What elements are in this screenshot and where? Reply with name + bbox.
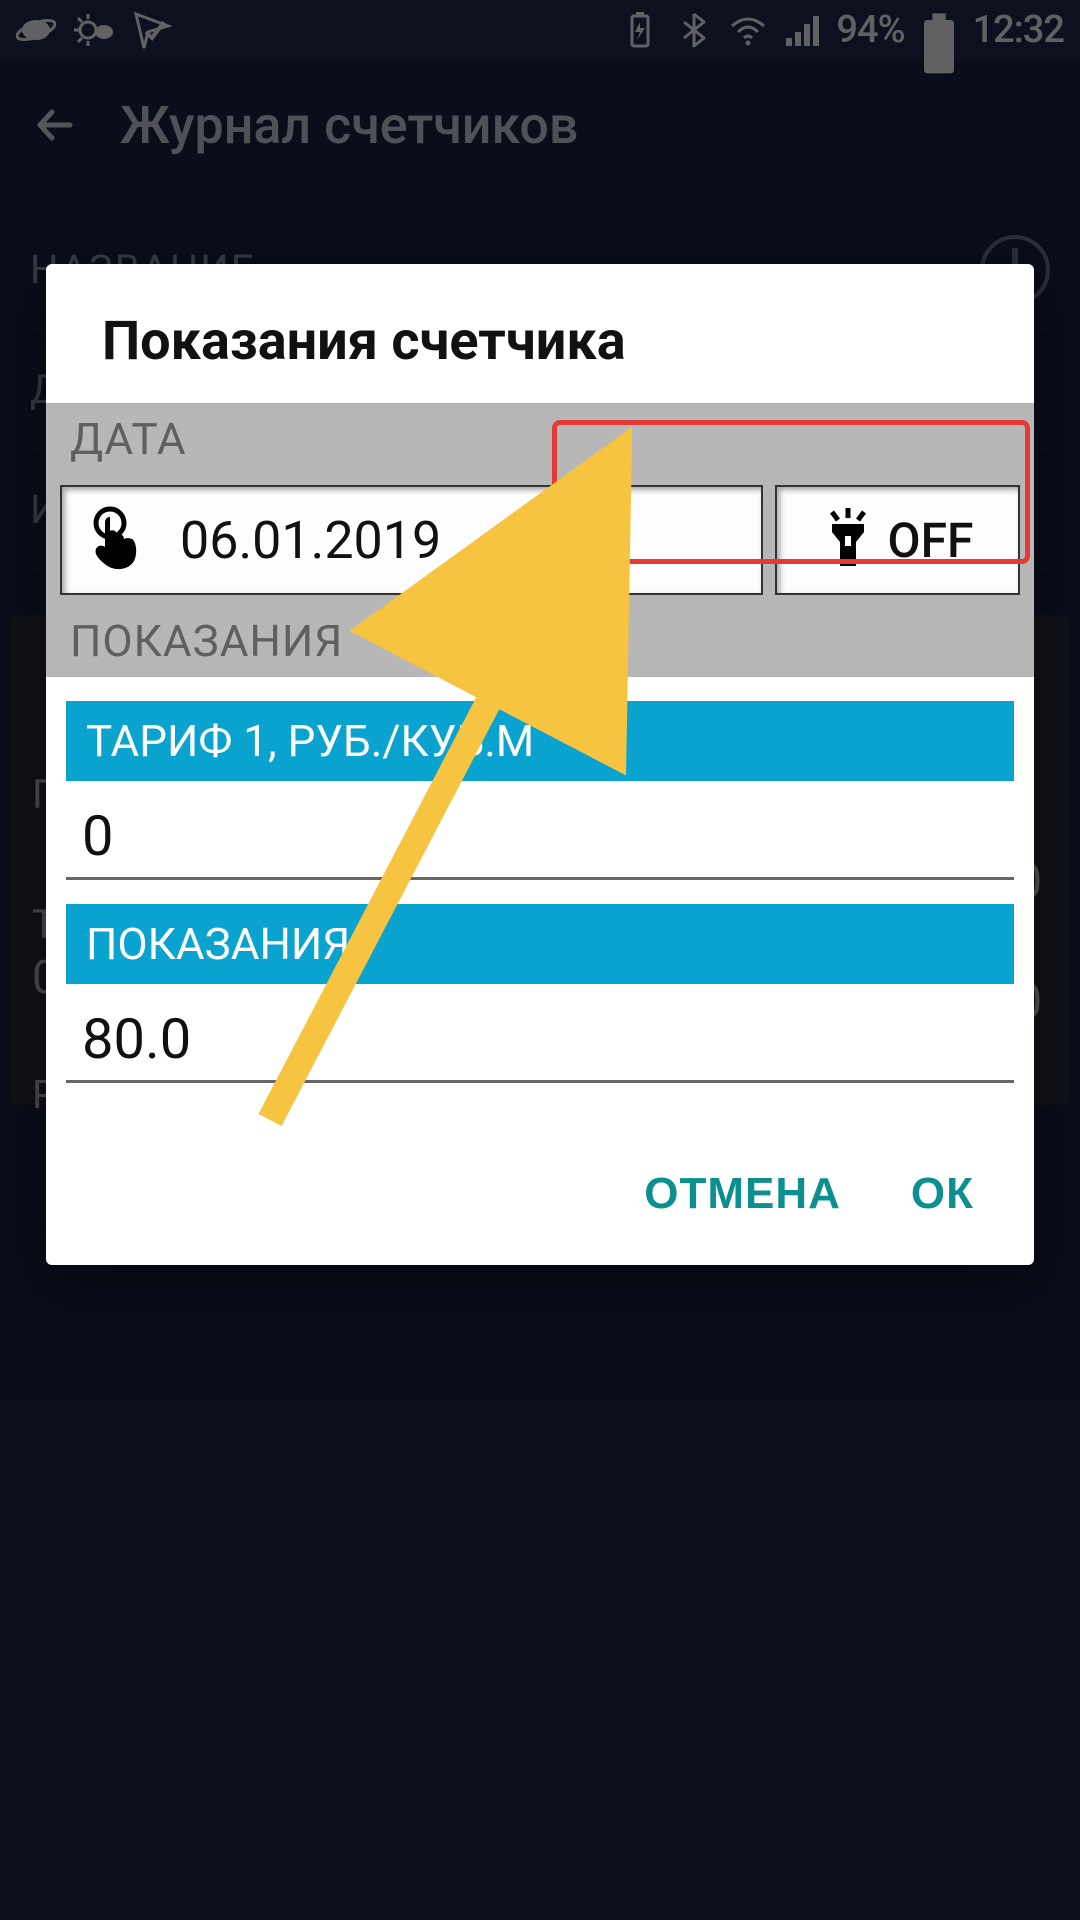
- flashlight-state: OFF: [888, 512, 974, 569]
- flashlight-icon: [822, 506, 874, 574]
- date-row: 06.01.2019 OFF: [46, 475, 1034, 605]
- dialog-title: Показания счетчика: [46, 264, 1034, 403]
- touch-icon: [88, 503, 144, 577]
- cancel-button[interactable]: ОТМЕНА: [644, 1169, 841, 1219]
- reading-header: ПОКАЗАНИЯ: [66, 904, 1014, 984]
- tariff-header: ТАРИФ 1, РУБ./КУБ.М: [66, 701, 1014, 781]
- date-section-label: ДАТА: [46, 403, 1034, 475]
- flashlight-toggle[interactable]: OFF: [775, 485, 1020, 595]
- date-picker-button[interactable]: 06.01.2019: [60, 485, 763, 595]
- date-value: 06.01.2019: [180, 510, 441, 571]
- meter-reading-dialog: Показания счетчика ДАТА 06.01.2019: [46, 264, 1034, 1265]
- readings-section-label: ПОКАЗАНИЯ: [46, 605, 1034, 677]
- tariff-input[interactable]: 0: [66, 781, 1014, 880]
- ok-button[interactable]: ОК: [911, 1169, 974, 1219]
- reading-input[interactable]: 80.0: [66, 984, 1014, 1083]
